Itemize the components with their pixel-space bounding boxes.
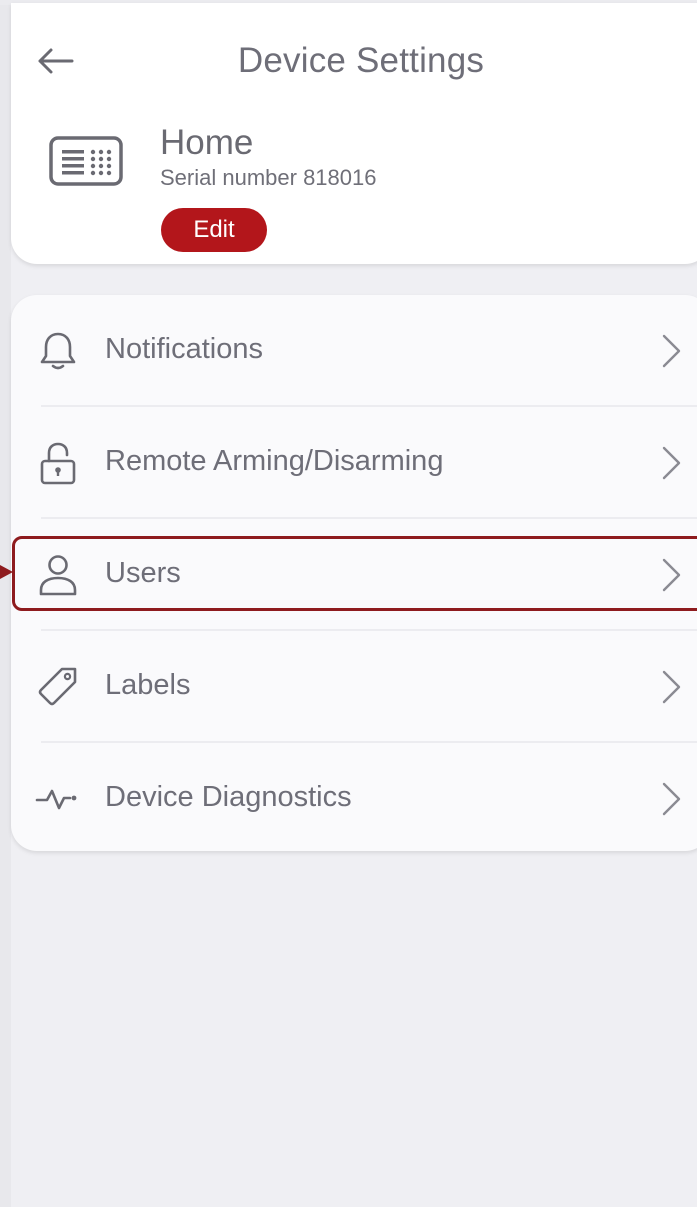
- menu-item-labels[interactable]: Labels: [11, 631, 697, 743]
- device-name: Home: [160, 123, 254, 162]
- menu-item-label: Notifications: [105, 333, 263, 365]
- menu-item-label: Device Diagnostics: [105, 781, 352, 813]
- tag-icon: [38, 667, 77, 706]
- settings-menu: Notifications Remote Arming/Disarming Us…: [11, 295, 697, 851]
- user-icon: [39, 555, 77, 596]
- left-edge: [0, 0, 11, 1207]
- chevron-right-icon: [662, 670, 681, 704]
- chevron-right-icon: [662, 446, 681, 480]
- chevron-right-icon: [662, 782, 681, 816]
- pulse-icon: [35, 789, 77, 810]
- menu-item-label: Remote Arming/Disarming: [105, 445, 444, 477]
- chevron-right-icon: [662, 334, 681, 368]
- chevron-right-icon: [662, 558, 681, 592]
- menu-item-users[interactable]: Users: [11, 519, 697, 631]
- edit-button[interactable]: Edit: [161, 208, 267, 252]
- device-header-card: Device Settings Home Serial number 81801…: [11, 3, 697, 264]
- serial-number: Serial number 818016: [160, 165, 377, 190]
- menu-item-label: Labels: [105, 669, 191, 701]
- menu-item-label: Users: [105, 557, 181, 589]
- menu-item-notifications[interactable]: Notifications: [11, 295, 697, 407]
- menu-item-device-diagnostics[interactable]: Device Diagnostics: [11, 743, 697, 855]
- lock-icon: [40, 442, 76, 485]
- keypad-device-icon: [49, 136, 123, 186]
- bell-icon: [40, 332, 76, 370]
- pointer-arrow-icon: [0, 565, 13, 579]
- menu-item-remote-arming[interactable]: Remote Arming/Disarming: [11, 407, 697, 519]
- page-title: Device Settings: [237, 41, 485, 80]
